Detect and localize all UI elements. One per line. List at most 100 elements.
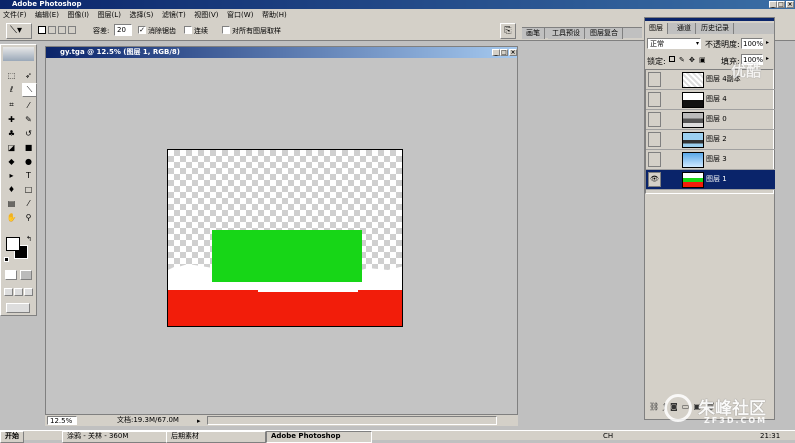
add-selection-icon[interactable] [48, 26, 56, 34]
doc-minimize-button[interactable]: _ [492, 49, 500, 56]
menu-help[interactable]: 帮助(H) [259, 9, 290, 21]
palette-well-icon[interactable]: ⎘ [500, 23, 516, 39]
intersect-selection-icon[interactable] [68, 26, 76, 34]
screen-mode-full-icon[interactable] [24, 288, 33, 296]
maximize-button[interactable]: □ [777, 1, 785, 8]
tab-layers[interactable]: 图层 [645, 23, 668, 34]
photoshop-logo-icon [3, 47, 34, 61]
menu-file[interactable]: 文件(F) [0, 9, 30, 21]
move-tool-icon[interactable]: ➶ [22, 69, 35, 81]
subtract-selection-icon[interactable] [58, 26, 66, 34]
screen-mode-menubar-icon[interactable] [14, 288, 23, 296]
canvas-artwork [168, 230, 402, 326]
zoom-field[interactable]: 12.5% [47, 416, 77, 425]
path-selection-icon[interactable]: ▸ [5, 169, 18, 181]
jump-to-imageready-icon[interactable] [6, 303, 30, 313]
all-layers-checkbox[interactable] [222, 26, 230, 34]
healing-brush-icon[interactable]: ✚ [5, 113, 18, 125]
layer-row[interactable]: 图层 2 [646, 130, 775, 150]
clone-stamp-icon[interactable]: ♣ [5, 127, 18, 139]
taskbar-item-folder[interactable]: 后期素材 [166, 431, 266, 443]
opacity-input[interactable]: 100% [741, 38, 763, 49]
antialias-checkbox[interactable]: ✓ [138, 26, 146, 34]
tab-channels[interactable]: 通道 [673, 23, 696, 34]
lock-all-icon[interactable]: ▣ [699, 56, 706, 64]
blur-tool-icon[interactable]: ◆ [5, 155, 18, 167]
menu-window[interactable]: 窗口(W) [224, 9, 256, 21]
zoom-tool-icon[interactable]: ⚲ [22, 211, 35, 223]
fill-arrow-icon[interactable]: ▸ [766, 55, 769, 62]
foreground-color-swatch-top[interactable] [6, 237, 20, 251]
pen-tool-icon[interactable]: ♦ [5, 183, 18, 195]
document-title-bar[interactable]: gy.tga @ 12.5% (图层 1, RGB/8) _ □ × [46, 47, 517, 58]
notes-tool-icon[interactable]: ▤ [5, 197, 18, 209]
taskbar: 开始 涂鸦 - 关林 - 360M 后期素材 Adobe Photoshop C… [0, 430, 795, 443]
taskbar-item-photoshop[interactable]: Adobe Photoshop [266, 431, 372, 443]
menu-view[interactable]: 视图(V) [191, 9, 221, 21]
menu-image[interactable]: 图像(I) [64, 9, 92, 21]
antialias-label: 消除锯齿 [148, 27, 176, 35]
white-strip-region [258, 286, 358, 292]
minimize-button[interactable]: _ [769, 1, 777, 8]
layer-row[interactable]: 图层 3 [646, 150, 775, 170]
swap-colors-icon[interactable]: ↰ [26, 235, 32, 243]
type-tool-icon[interactable]: T [22, 169, 35, 181]
canvas-area[interactable] [46, 58, 517, 414]
lock-image-icon[interactable]: ✎ [679, 56, 685, 64]
eraser-tool-icon[interactable]: ◪ [5, 141, 18, 153]
marquee-tool-icon[interactable]: ⬚ [5, 69, 18, 81]
opacity-label: 不透明度: [705, 40, 740, 49]
menu-edit[interactable]: 编辑(E) [32, 9, 62, 21]
magic-wand-tool-icon[interactable]: ⟍ [22, 83, 37, 97]
layer-row[interactable]: 图层 4 [646, 90, 775, 110]
tab-tool-presets[interactable]: 工具预设 [548, 28, 585, 39]
contiguous-checkbox[interactable] [184, 26, 192, 34]
blend-mode-select[interactable]: 正常 ▾ [647, 38, 701, 49]
tab-history[interactable]: 历史记录 [697, 23, 734, 34]
crop-tool-icon[interactable]: ⌗ [5, 99, 18, 111]
eye-icon[interactable]: 👁 [648, 172, 661, 187]
quick-mask-icon[interactable] [20, 270, 32, 280]
menu-select[interactable]: 选择(S) [126, 9, 156, 21]
lock-position-icon[interactable]: ✥ [689, 56, 695, 64]
visibility-toggle-icon[interactable] [648, 132, 661, 147]
panel-grip[interactable] [645, 18, 774, 21]
start-button[interactable]: 开始 [0, 431, 24, 443]
tolerance-input[interactable]: 20 [114, 24, 132, 36]
status-menu-arrow-icon[interactable]: ▸ [197, 416, 201, 427]
dodge-tool-icon[interactable]: ● [22, 155, 35, 167]
visibility-toggle-icon[interactable] [648, 92, 661, 107]
menu-layer[interactable]: 图层(L) [95, 9, 124, 21]
taskbar-item-browser[interactable]: 涂鸦 - 关林 - 360M [62, 431, 168, 443]
tab-layer-comps[interactable]: 图层复合 [586, 28, 623, 39]
hand-tool-icon[interactable]: ✋ [5, 211, 18, 223]
lock-transparent-icon[interactable] [669, 56, 675, 62]
visibility-toggle-icon[interactable] [648, 112, 661, 127]
history-brush-icon[interactable]: ↺ [22, 127, 35, 139]
canvas[interactable] [167, 149, 403, 327]
lasso-tool-icon[interactable]: ℓ [5, 83, 18, 95]
doc-close-button[interactable]: × [509, 49, 517, 56]
horizontal-scrollbar[interactable] [207, 416, 497, 425]
opacity-arrow-icon[interactable]: ▸ [766, 39, 769, 46]
new-selection-icon[interactable] [38, 26, 46, 34]
tab-brushes[interactable]: 画笔 [522, 28, 545, 39]
eyedropper-tool-icon[interactable]: ⁄ [22, 197, 35, 209]
screen-mode-standard-icon[interactable] [4, 288, 13, 296]
standard-mode-icon[interactable] [5, 270, 17, 280]
menu-filter[interactable]: 滤镜(T) [159, 9, 189, 21]
shape-tool-icon[interactable]: □ [22, 183, 35, 195]
visibility-toggle-icon[interactable] [648, 72, 661, 87]
visibility-toggle-icon[interactable] [648, 152, 661, 167]
layer-row-selected[interactable]: 👁 图层 1 [646, 170, 775, 190]
layer-row[interactable]: 图层 0 [646, 110, 775, 130]
slice-tool-icon[interactable]: ⁄ [22, 99, 35, 111]
layer-thumbnail [682, 72, 704, 88]
doc-maximize-button[interactable]: □ [500, 49, 508, 56]
gradient-tool-icon[interactable]: ■ [22, 141, 35, 153]
close-button[interactable]: × [786, 1, 794, 8]
default-colors-icon[interactable] [4, 257, 9, 262]
brush-tool-icon[interactable]: ✎ [22, 113, 35, 125]
link-layers-icon[interactable]: ⛓ [649, 402, 663, 411]
tool-preset-picker[interactable]: ⟍▾ [6, 23, 32, 39]
